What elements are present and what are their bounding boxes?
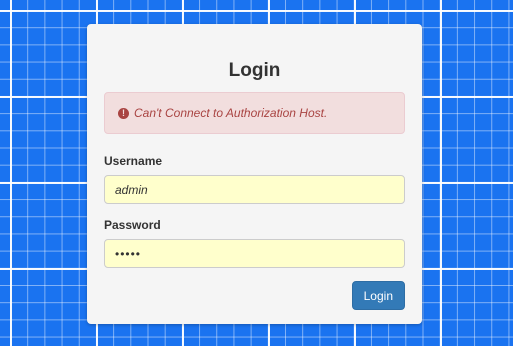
error-message: Can't Connect to Authorization Host. <box>134 106 328 120</box>
username-input[interactable]: admin <box>104 175 405 204</box>
page-title: Login <box>228 60 281 81</box>
username-label: Username <box>104 154 163 168</box>
username-value: admin <box>115 182 148 197</box>
error-alert: ! Can't Connect to Authorization Host. <box>104 92 405 134</box>
exclamation-circle-icon: ! <box>118 107 129 119</box>
password-value: ••••• <box>115 246 142 261</box>
button-row: Login <box>104 281 405 310</box>
password-label: Password <box>104 218 161 232</box>
login-button[interactable]: Login <box>351 281 405 310</box>
login-panel: Login ! Can't Connect to Authorization H… <box>87 24 422 324</box>
password-input[interactable]: ••••• <box>104 239 405 268</box>
